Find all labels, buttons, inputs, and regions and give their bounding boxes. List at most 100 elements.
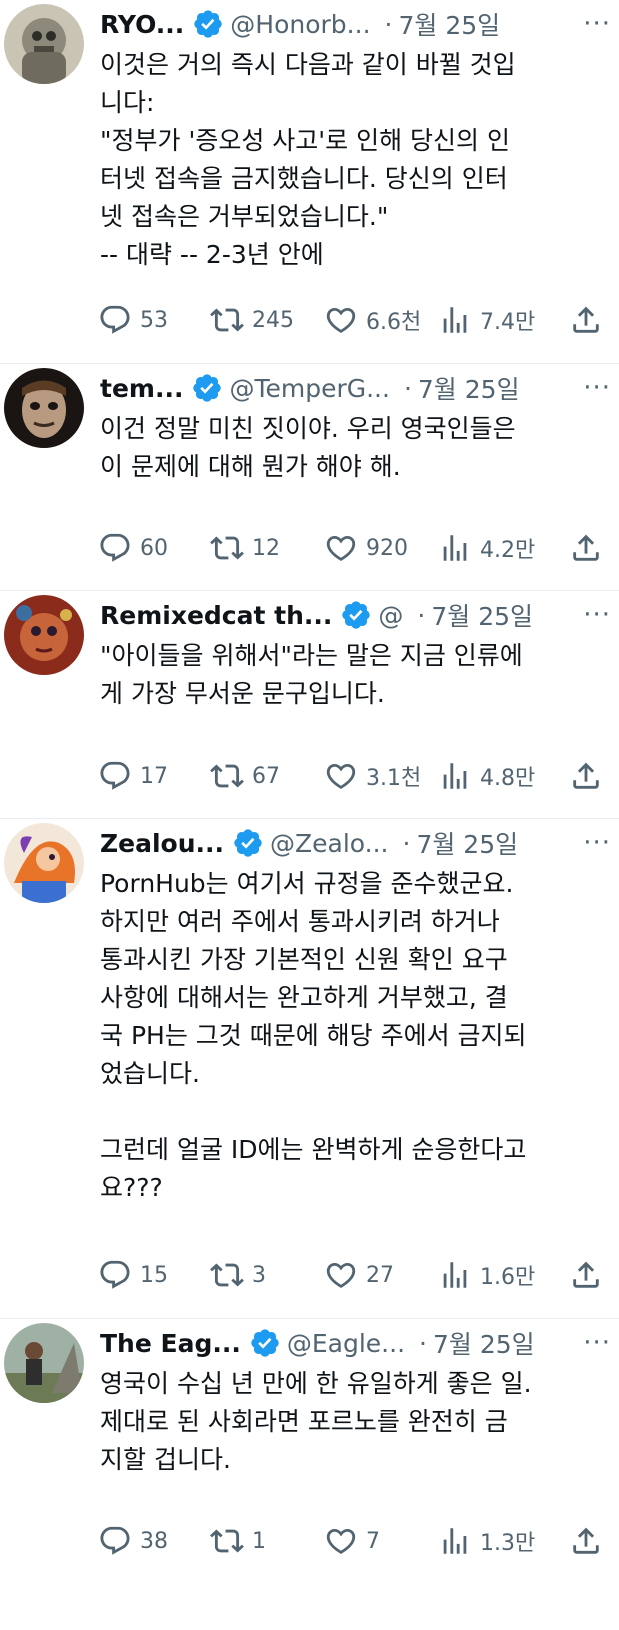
- like-icon: [326, 307, 356, 333]
- share-button[interactable]: [569, 1524, 603, 1558]
- tweet-text: "아이들을 위해서"라는 말은 지금 인류에 게 가장 무서운 문구입니다.: [100, 641, 523, 708]
- display-name[interactable]: The Eag...: [100, 1329, 241, 1358]
- share-button[interactable]: [569, 531, 603, 565]
- views-button[interactable]: 1.6만: [438, 1258, 568, 1292]
- retweet-count: 3: [252, 1262, 266, 1288]
- tweet[interactable]: RYO... @Honorb... · 7월 25일 ··· 이것은 거의 즉시…: [0, 0, 619, 364]
- retweet-button[interactable]: 1: [210, 1524, 324, 1558]
- separator-dot: ·: [403, 373, 412, 403]
- reply-count: 17: [140, 763, 168, 789]
- tweet[interactable]: Remixedcat th... @ · 7월 25일 ··· "아이들을 위해…: [0, 591, 619, 819]
- like-button[interactable]: 27: [324, 1258, 438, 1292]
- reply-icon: [100, 1260, 130, 1289]
- avatar[interactable]: [4, 4, 84, 84]
- retweet-count: 12: [252, 535, 280, 561]
- reply-button[interactable]: 53: [98, 303, 210, 337]
- separator-dot: ·: [402, 828, 411, 858]
- more-options-icon[interactable]: ···: [583, 1328, 611, 1358]
- views-icon: [443, 307, 467, 333]
- tweet-text: PornHub는 여기서 규정을 준수했군요. 하지만 여러 주에서 통과시키려…: [100, 869, 527, 1202]
- reply-count: 15: [140, 1262, 168, 1288]
- views-icon: [443, 1262, 467, 1288]
- reply-button[interactable]: 60: [98, 531, 210, 565]
- views-button[interactable]: 4.8만: [438, 759, 568, 793]
- like-button[interactable]: 920: [324, 531, 438, 565]
- display-name[interactable]: RYO...: [100, 10, 184, 39]
- more-options-icon[interactable]: ···: [583, 828, 611, 858]
- views-count: 1.6만: [480, 1265, 536, 1290]
- retweet-icon: [210, 1263, 244, 1287]
- like-button[interactable]: 3.1천: [324, 759, 438, 793]
- display-name[interactable]: Zealou...: [100, 829, 224, 858]
- reply-button[interactable]: 17: [98, 759, 210, 793]
- timestamp[interactable]: 7월 25일: [398, 6, 500, 42]
- verified-badge-icon: [191, 372, 223, 404]
- tweet[interactable]: tem... @TemperG... · 7월 25일 ··· 이건 정말 미친…: [0, 364, 619, 591]
- separator-dot: ·: [384, 9, 393, 39]
- avatar[interactable]: [4, 595, 84, 675]
- timestamp[interactable]: 7월 25일: [431, 597, 533, 633]
- like-button[interactable]: 7: [324, 1524, 438, 1558]
- timestamp[interactable]: 7월 25일: [433, 1325, 535, 1361]
- views-button[interactable]: 7.4만: [438, 303, 568, 337]
- handle[interactable]: @Honorb...: [230, 10, 370, 39]
- reply-icon: [100, 533, 130, 562]
- retweet-button[interactable]: 67: [210, 759, 324, 793]
- like-icon: [326, 763, 356, 789]
- separator-dot: ·: [419, 1328, 427, 1358]
- retweet-icon: [210, 308, 244, 332]
- share-icon: [573, 762, 599, 789]
- retweet-button[interactable]: 245: [210, 303, 324, 337]
- reply-count: 60: [140, 535, 168, 561]
- share-button[interactable]: [569, 759, 603, 793]
- reply-icon: [100, 1526, 130, 1555]
- tweet[interactable]: Zealou... @Zealo... · 7월 25일 ··· PornHub…: [0, 819, 619, 1319]
- reply-button[interactable]: 38: [98, 1524, 210, 1558]
- like-icon: [326, 1528, 356, 1554]
- more-options-icon[interactable]: ···: [583, 600, 611, 630]
- retweet-count: 1: [252, 1528, 266, 1554]
- avatar[interactable]: [4, 1323, 84, 1403]
- handle[interactable]: @: [378, 601, 403, 630]
- retweet-count: 245: [252, 307, 294, 333]
- more-options-icon[interactable]: ···: [583, 9, 611, 39]
- like-button[interactable]: 6.6천: [324, 303, 438, 337]
- views-button[interactable]: 1.3만: [438, 1524, 568, 1558]
- reply-count: 53: [140, 307, 168, 333]
- like-icon: [326, 535, 356, 561]
- views-button[interactable]: 4.2만: [438, 531, 568, 565]
- verified-badge-icon: [340, 599, 372, 631]
- display-name[interactable]: tem...: [100, 374, 183, 403]
- timestamp[interactable]: 7월 25일: [418, 370, 520, 406]
- views-count: 1.3만: [480, 1531, 536, 1556]
- retweet-button[interactable]: 3: [210, 1258, 324, 1292]
- handle[interactable]: @TemperG...: [229, 374, 390, 403]
- reply-count: 38: [140, 1528, 168, 1554]
- retweet-button[interactable]: 12: [210, 531, 324, 565]
- tweet[interactable]: The Eag... @Eagle... · 7월 25일 ··· 영국이 수십…: [0, 1319, 619, 1630]
- reply-icon: [100, 305, 130, 334]
- views-count: 4.2만: [480, 538, 536, 563]
- handle[interactable]: @Eagle...: [287, 1329, 405, 1358]
- reply-button[interactable]: 15: [98, 1258, 210, 1292]
- display-name[interactable]: Remixedcat th...: [100, 601, 332, 630]
- retweet-icon: [210, 764, 244, 788]
- timestamp[interactable]: 7월 25일: [416, 825, 518, 861]
- share-button[interactable]: [569, 303, 603, 337]
- more-options-icon[interactable]: ···: [583, 373, 611, 403]
- share-button[interactable]: [569, 1258, 603, 1292]
- verified-badge-icon: [192, 8, 224, 40]
- reply-icon: [100, 761, 130, 790]
- retweet-icon: [210, 1529, 244, 1553]
- views-count: 7.4만: [480, 310, 536, 335]
- verified-badge-icon: [249, 1327, 281, 1359]
- like-count: 7: [366, 1528, 380, 1554]
- separator-dot: ·: [417, 600, 426, 630]
- retweet-count: 67: [252, 763, 280, 789]
- handle[interactable]: @Zealo...: [270, 829, 388, 858]
- like-count: 3.1천: [366, 766, 422, 791]
- avatar[interactable]: [4, 823, 84, 903]
- avatar[interactable]: [4, 368, 84, 448]
- views-icon: [443, 1528, 467, 1554]
- like-count: 6.6천: [366, 310, 422, 335]
